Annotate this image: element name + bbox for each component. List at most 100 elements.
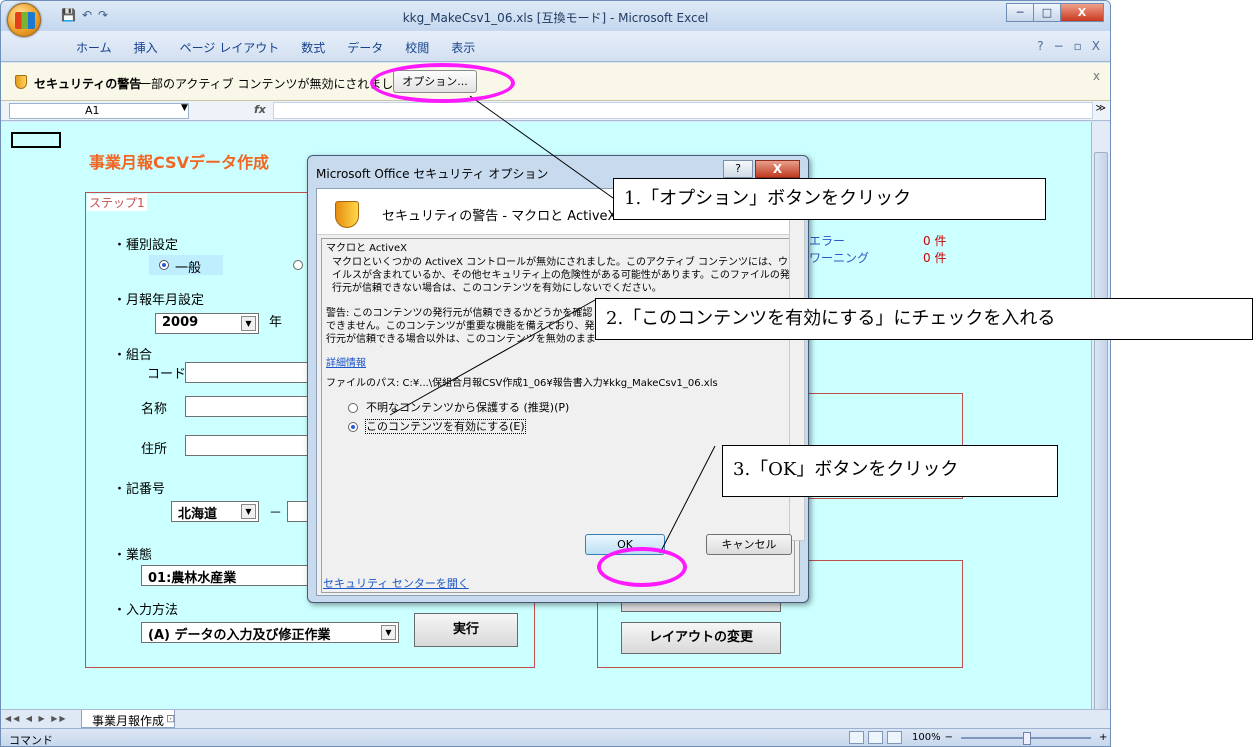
chevron-down-icon: ▼	[241, 316, 256, 331]
ribbon-restore-button[interactable]: ▫	[1074, 39, 1082, 53]
vertical-scrollbar[interactable]	[1091, 122, 1110, 712]
kind-option-radio[interactable]	[293, 260, 303, 270]
window-title: kkg_MakeCsv1_06.xls [互換モード] - Microsoft …	[402, 11, 709, 25]
sheet-nav-icons[interactable]: ◀◀ ◀ ▶ ▶▶	[5, 714, 68, 723]
record-dash: －	[269, 506, 283, 521]
window-controls: ─ □ X	[1006, 3, 1104, 22]
minimize-button[interactable]: ─	[1006, 3, 1034, 22]
business-select[interactable]: 01:農林水産業	[141, 565, 311, 586]
selected-cell-a1[interactable]	[11, 132, 61, 148]
sheet-tab-bar: ◀◀ ◀ ▶ ▶▶ 事業月報作成 ⊡	[1, 709, 1110, 728]
cancel-button[interactable]: キャンセル	[706, 534, 792, 555]
zoom-slider[interactable]	[960, 731, 1091, 745]
warning-label: ワーニング	[809, 251, 870, 265]
zoom-level[interactable]: 100%	[912, 732, 941, 743]
security-warning-message: 一部のアクティブ コンテンツが無効にされました。	[139, 77, 418, 91]
close-icon[interactable]: x	[1093, 69, 1100, 83]
dialog-header: セキュリティの警告 - マクロと ActiveX	[317, 189, 799, 235]
tab-formulas[interactable]: 数式	[301, 39, 325, 56]
tab-business-report[interactable]: 事業月報作成	[81, 710, 176, 728]
kind-option-general[interactable]: 一般	[149, 255, 223, 276]
page-break-view-icon[interactable]	[887, 731, 902, 744]
address-field[interactable]	[185, 435, 309, 456]
caution-paragraph: 警告: このコンテンツの発行元が信頼できるかどうかを確認できません。このコンテン…	[326, 308, 596, 345]
union-label: ・組合	[113, 348, 153, 363]
ribbon-close-button[interactable]: X	[1092, 39, 1100, 53]
code-field[interactable]	[185, 362, 309, 383]
address-label: 住所	[141, 442, 168, 457]
maximize-button[interactable]: □	[1033, 3, 1061, 22]
zoom-out-icon[interactable]: −	[945, 732, 953, 743]
options-button[interactable]: オプション...	[393, 70, 477, 93]
code-label: コード	[147, 367, 187, 382]
close-button[interactable]: X	[1060, 3, 1104, 22]
run-button[interactable]: 実行	[414, 613, 518, 647]
security-warning-title: セキュリティの警告	[34, 77, 142, 91]
security-options-dialog: Microsoft Office セキュリティ オプション ? X セキュリティ…	[307, 155, 809, 603]
expand-formula-icon[interactable]: ≫	[1096, 103, 1106, 114]
more-info-link[interactable]: 詳細情報	[326, 357, 366, 370]
tab-insert[interactable]: 挿入	[134, 39, 158, 56]
dialog-scrollbar[interactable]	[789, 211, 805, 541]
shield-icon	[15, 75, 27, 89]
zoom-in-icon[interactable]: +	[1099, 732, 1107, 743]
tab-home[interactable]: ホーム	[76, 39, 112, 56]
tab-page-layout[interactable]: ページ レイアウト	[180, 39, 280, 56]
enable-radio[interactable]	[348, 422, 358, 432]
warning-count: 0 件	[923, 251, 947, 265]
error-count: 0 件	[923, 234, 947, 248]
office-logo-icon	[15, 12, 35, 29]
dialog-heading: セキュリティの警告 - マクロと ActiveX	[382, 209, 617, 224]
tab-data[interactable]: データ	[347, 39, 383, 56]
group-title: マクロと ActiveX	[326, 243, 407, 254]
name-box[interactable]: A1	[9, 103, 189, 119]
status-bar: コマンド 100% − +	[1, 728, 1110, 747]
input-method-label: ・入力方法	[113, 603, 179, 618]
zoom-controls: 100% − +	[849, 731, 1107, 745]
trust-center-link[interactable]: セキュリティ センターを開く	[323, 577, 469, 590]
enable-option-label[interactable]: このコンテンツを有効にする(E)	[365, 419, 526, 434]
page-layout-view-icon[interactable]	[868, 731, 883, 744]
date-label: ・月報年月設定	[113, 293, 205, 308]
year-select[interactable]: 2009 ▼	[155, 313, 259, 334]
year-suffix: 年	[269, 315, 283, 330]
dialog-title: Microsoft Office セキュリティ オプション	[316, 167, 549, 181]
chevron-down-icon: ▼	[241, 504, 256, 519]
insert-function-icon[interactable]: fx	[254, 103, 266, 116]
prefecture-select[interactable]: 北海道 ▼	[171, 501, 259, 522]
chevron-down-icon[interactable]: ▼	[181, 103, 188, 113]
security-warning-bar: セキュリティの警告 一部のアクティブ コンテンツが無効にされました。 オプション…	[1, 63, 1110, 101]
name-field[interactable]	[185, 396, 309, 417]
form-title: 事業月報CSVデータ作成	[89, 153, 269, 172]
title-bar: 💾 ↶ ↷ kkg_MakeCsv1_06.xls [互換モード] - Micr…	[1, 1, 1110, 31]
tab-view[interactable]: 表示	[451, 39, 475, 56]
protect-radio[interactable]	[348, 403, 358, 413]
layout-change-button[interactable]: レイアウトの変更	[621, 622, 781, 654]
normal-view-icon[interactable]	[849, 731, 864, 744]
protect-option-label[interactable]: 不明なコンテンツから保護する (推奨)(P)	[366, 401, 569, 414]
ribbon-tabs-bar: ホーム 挿入 ページ レイアウト 数式 データ 校閲 表示 ? − ▫ X	[1, 31, 1110, 62]
radio-selected-icon[interactable]	[159, 260, 169, 270]
ribbon-minimize-button[interactable]: −	[1054, 39, 1064, 53]
tab-review[interactable]: 校閲	[405, 39, 429, 56]
status-mode: コマンド	[9, 734, 53, 747]
chevron-down-icon: ▼	[381, 625, 396, 640]
shield-icon	[335, 201, 359, 228]
scroll-thumb[interactable]	[1094, 152, 1108, 712]
ok-button[interactable]: OK	[585, 534, 665, 555]
warning-paragraph: マクロといくつかの ActiveX コントロールが無効にされました。このアクティ…	[332, 257, 790, 294]
insert-sheet-icon[interactable]: ⊡	[166, 712, 175, 725]
help-icon[interactable]: ?	[1037, 39, 1043, 53]
formula-input[interactable]	[273, 102, 1093, 119]
dialog-close-button[interactable]: X	[755, 160, 800, 178]
office-button[interactable]	[7, 3, 41, 37]
record-label: ・記番号	[113, 482, 166, 497]
business-label: ・業態	[113, 548, 153, 563]
error-label: エラー	[809, 234, 846, 248]
help-button[interactable]: ?	[723, 160, 753, 178]
input-method-select[interactable]: (A) データの入力及び修正作業 ▼	[141, 622, 399, 643]
formula-bar: A1 ▼ fx ≫	[1, 101, 1110, 121]
file-path: ファイルのパス: C:¥...\保組合月報CSV作成1_06¥報告書入力¥kkg…	[326, 378, 718, 389]
kind-label: ・種別設定	[113, 238, 179, 253]
name-label: 名称	[141, 402, 168, 417]
